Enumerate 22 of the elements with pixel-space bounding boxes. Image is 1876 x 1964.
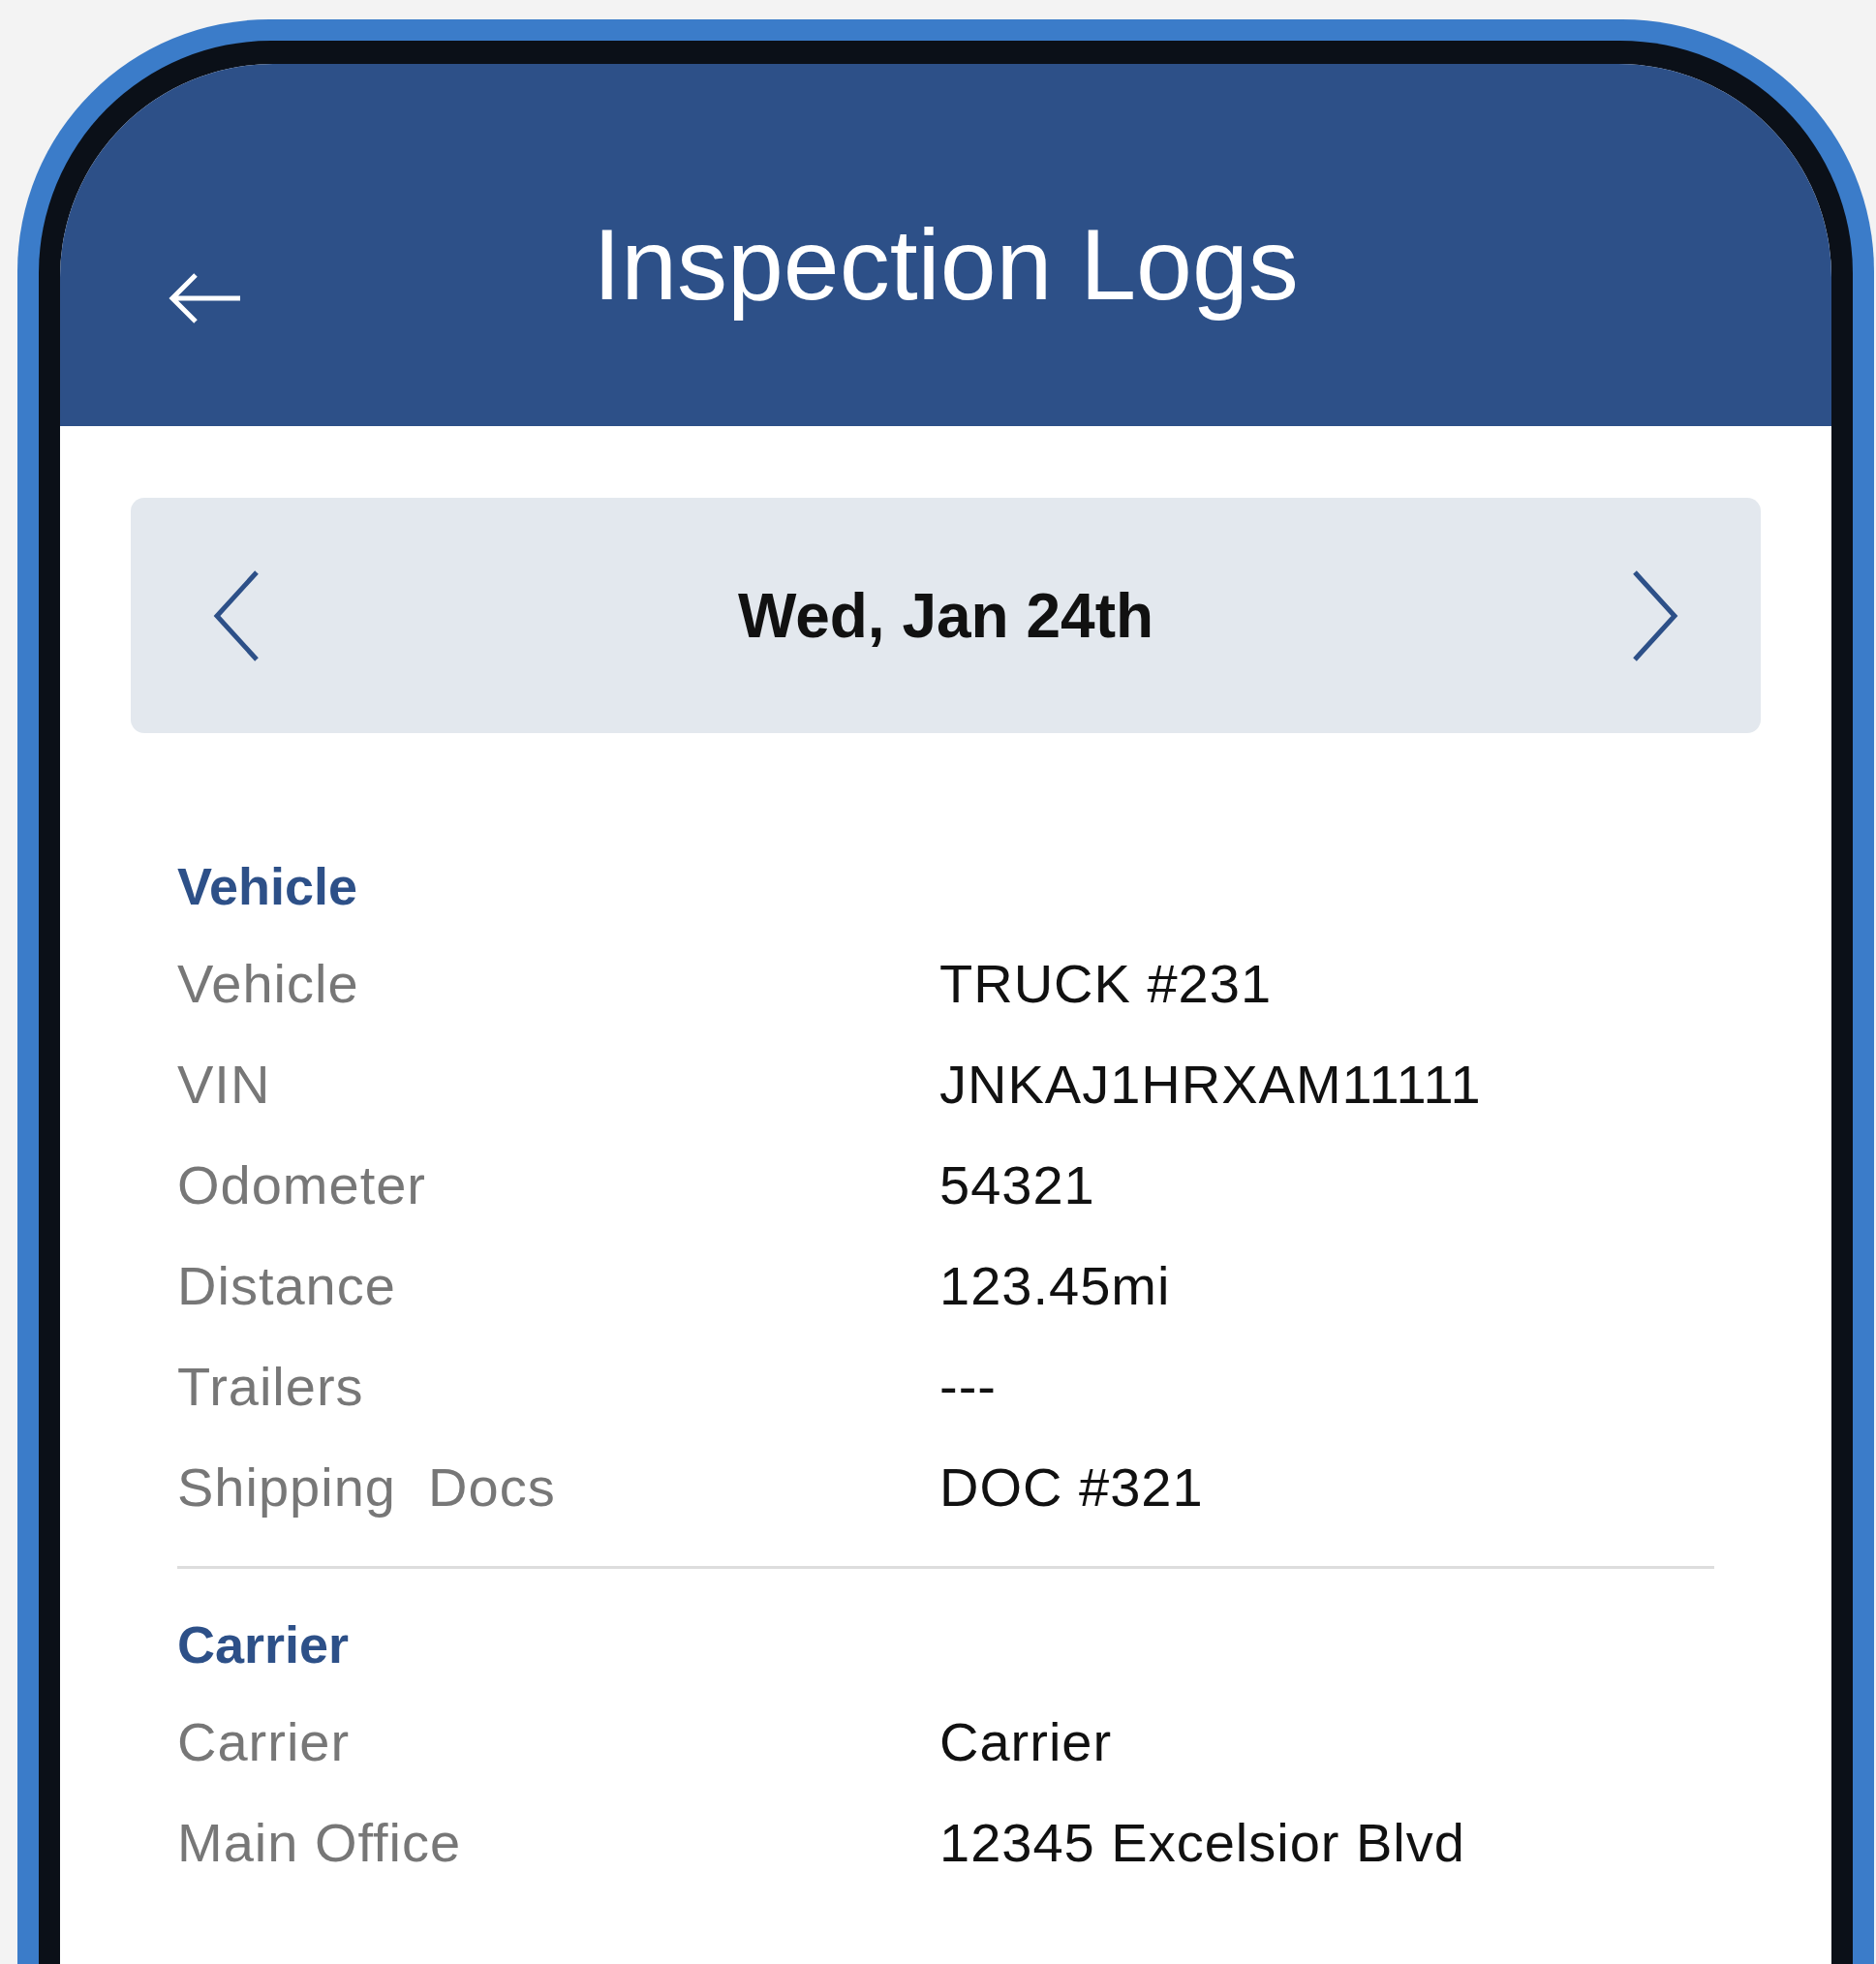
chevron-right-icon[interactable] [1631, 568, 1679, 662]
field-label: Main Office [177, 1810, 463, 1874]
field-value: JNKAJ1HRXAM11111 [939, 1052, 1482, 1116]
field-label: Shipping Docs [177, 1455, 557, 1519]
section-heading: Vehicle [177, 856, 359, 917]
field-value: DOC #321 [939, 1455, 1204, 1519]
screen-title: Inspection Logs [593, 206, 1299, 322]
field-value: --- [939, 1354, 997, 1418]
chevron-left-icon[interactable] [212, 568, 261, 662]
field-label: Vehicle [177, 951, 360, 1015]
field-value: 54321 [939, 1152, 1095, 1216]
field-value: Carrier [939, 1709, 1113, 1773]
field-label: Carrier [177, 1709, 352, 1773]
field-value: TRUCK #231 [939, 951, 1273, 1015]
field-label: Odometer [177, 1152, 427, 1216]
field-label: Distance [177, 1253, 397, 1317]
field-label: VIN [177, 1052, 272, 1116]
field-label: Trailers [177, 1354, 365, 1418]
section-heading: Carrier [177, 1614, 351, 1675]
date-label: Wed, Jan 24th [737, 579, 1154, 652]
field-value: 123.45mi [939, 1253, 1171, 1317]
field-value: 12345 Excelsior Blvd [939, 1810, 1465, 1874]
